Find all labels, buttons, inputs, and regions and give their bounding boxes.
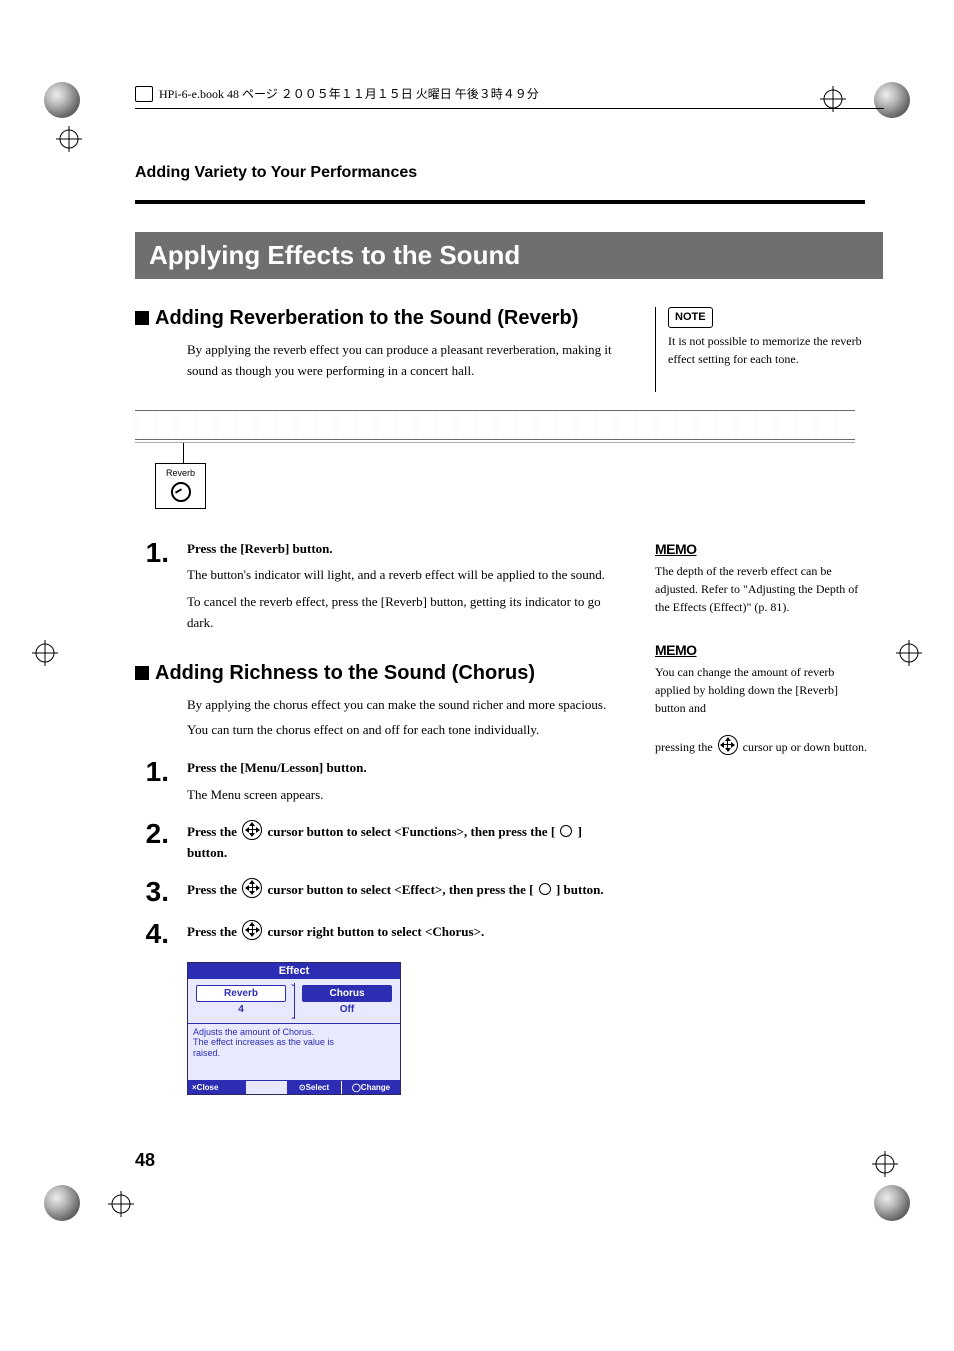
step-text: To cancel the reverb effect, press the [… bbox=[187, 592, 625, 634]
step-number: 3. bbox=[135, 878, 169, 906]
page-number: 48 bbox=[135, 1150, 155, 1171]
memo-label: MEMO bbox=[655, 539, 697, 560]
step-instruction: Press the cursor button to select <Effec… bbox=[187, 878, 625, 901]
chorus-step-2: 2. Press the cursor button to select <Fu… bbox=[135, 820, 625, 864]
circle-button-icon bbox=[560, 825, 572, 837]
book-icon bbox=[135, 86, 153, 102]
knob-icon bbox=[171, 482, 191, 502]
step-instruction: Press the [Reverb] button. bbox=[187, 539, 625, 560]
reverb-callout: Reverb bbox=[155, 443, 884, 509]
note-text: It is not possible to memorize the rever… bbox=[668, 332, 883, 368]
section-header: Adding Variety to Your Performances bbox=[135, 164, 884, 182]
memo-2-text: You can change the amount of reverb appl… bbox=[655, 663, 870, 756]
chorus-step-1: 1. Press the [Menu/Lesson] button. The M… bbox=[135, 758, 625, 806]
step-number: 1. bbox=[135, 539, 169, 567]
step-text: The button's indicator will light, and a… bbox=[187, 565, 625, 586]
reverb-heading: Adding Reverberation to the Sound (Rever… bbox=[135, 307, 625, 330]
cursor-icon bbox=[242, 820, 262, 840]
chorus-intro-2: You can turn the chorus effect on and of… bbox=[187, 720, 625, 741]
note-label: NOTE bbox=[668, 307, 713, 328]
chorus-heading: Adding Richness to the Sound (Chorus) bbox=[135, 662, 625, 685]
crop-mark-icon bbox=[872, 1151, 898, 1177]
page-banner: Applying Effects to the Sound bbox=[135, 232, 883, 279]
step-instruction: Press the [Menu/Lesson] button. bbox=[187, 758, 625, 779]
memo-label: MEMO bbox=[655, 640, 697, 661]
lcd-tab-chorus: Chorus bbox=[302, 985, 392, 1002]
header-divider bbox=[135, 108, 884, 109]
crop-mark-icon bbox=[108, 1191, 134, 1217]
book-header-text: HPi-6-e.book 48 ページ ２００５年１１月１５日 火曜日 午後３時… bbox=[159, 85, 539, 102]
memo-1-text: The depth of the reverb effect can be ad… bbox=[655, 562, 870, 616]
cursor-icon bbox=[718, 735, 738, 755]
chorus-step-4: 4. Press the cursor right button to sele… bbox=[135, 920, 625, 948]
step-number: 1. bbox=[135, 758, 169, 786]
step-number: 4. bbox=[135, 920, 169, 948]
lcd-footer-select: ⊙Select bbox=[287, 1081, 341, 1094]
panel-diagram bbox=[135, 410, 855, 440]
chorus-intro-1: By applying the chorus effect you can ma… bbox=[187, 695, 625, 716]
lcd-tab-reverb: Reverb bbox=[196, 985, 286, 1002]
lcd-chorus-value: Off bbox=[294, 1004, 400, 1015]
step-number: 2. bbox=[135, 820, 169, 848]
step-instruction: Press the cursor button to select <Funct… bbox=[187, 820, 625, 864]
section-rule bbox=[135, 200, 865, 204]
book-header: HPi-6-e.book 48 ページ ２００５年１１月１５日 火曜日 午後３時… bbox=[135, 85, 884, 102]
step-text: The Menu screen appears. bbox=[187, 785, 625, 806]
callout-label: Reverb bbox=[166, 468, 195, 478]
reverb-step-1: 1. Press the [Reverb] button. The button… bbox=[135, 539, 625, 634]
lcd-title: Effect bbox=[188, 963, 400, 979]
chorus-step-3: 3. Press the cursor button to select <Ef… bbox=[135, 878, 625, 906]
lcd-reverb-value: 4 bbox=[188, 1004, 294, 1015]
lcd-effect-screen: Effect ⌄ Reverb 4 Chorus Off ⌃ Adjusts t bbox=[187, 962, 401, 1095]
cursor-icon bbox=[242, 878, 262, 898]
step-instruction: Press the cursor right button to select … bbox=[187, 920, 625, 943]
circle-button-icon bbox=[539, 883, 551, 895]
reverb-intro: By applying the reverb effect you can pr… bbox=[187, 340, 625, 382]
lcd-footer-change: ◯Change bbox=[341, 1081, 400, 1094]
lcd-footer-close: ×Close bbox=[188, 1081, 246, 1094]
lcd-description: Adjusts the amount of Chorus. The effect… bbox=[188, 1024, 400, 1081]
cursor-icon bbox=[242, 920, 262, 940]
